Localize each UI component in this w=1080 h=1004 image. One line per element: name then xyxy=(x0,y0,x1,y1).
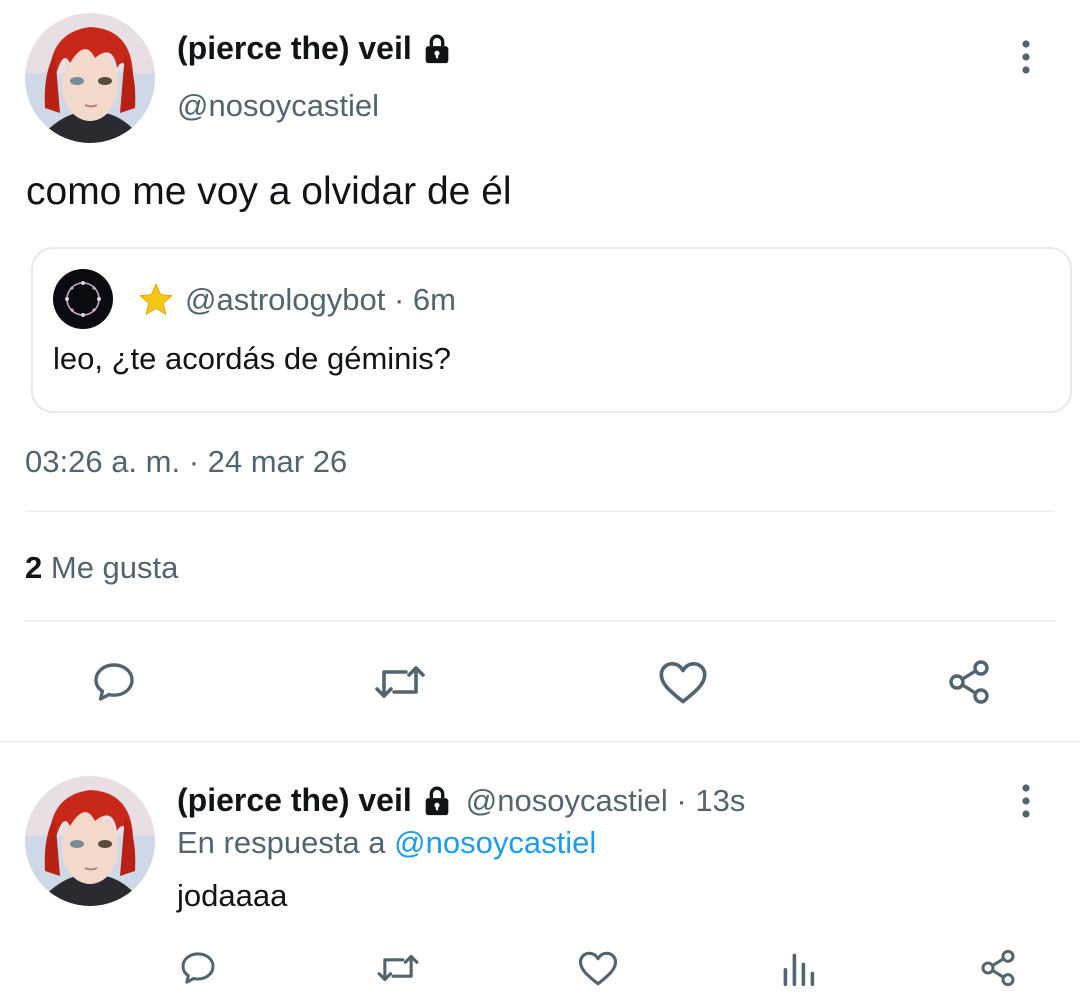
share-icon[interactable] xyxy=(976,946,1020,990)
more-options-icon[interactable] xyxy=(1016,782,1036,822)
lock-icon xyxy=(420,784,454,818)
like-icon[interactable] xyxy=(656,656,710,708)
display-name-text: (pierce the) veil xyxy=(177,30,412,66)
quoted-avatar xyxy=(53,269,113,329)
likes-label: Me gusta xyxy=(50,550,179,585)
quoted-handle-time: @astrologybot · 6m xyxy=(185,282,456,317)
share-icon[interactable] xyxy=(942,656,996,708)
display-name[interactable]: (pierce the) veil xyxy=(177,782,412,819)
reply-prefix: En respuesta a xyxy=(177,825,386,860)
handle-time[interactable]: @nosoycastiel · 13s xyxy=(466,783,746,819)
tweet-timestamp: 03:26 a. m. · 24 mar 26 xyxy=(25,444,348,479)
like-icon[interactable] xyxy=(576,946,620,990)
quoted-header: @astrologybot · 6m xyxy=(137,281,456,319)
tweet-text: como me voy a olvidar de él xyxy=(26,170,512,213)
likes-stat[interactable]: 2 Me gusta xyxy=(25,550,178,586)
thread-separator xyxy=(0,740,1080,743)
star-icon xyxy=(137,281,175,319)
replying-to: En respuesta a @nosoycastiel xyxy=(177,825,596,861)
divider xyxy=(25,620,1055,622)
reply-header: (pierce the) veil @nosoycastiel · 13s xyxy=(177,782,745,819)
reply-text: jodaaaa xyxy=(177,878,288,913)
more-options-icon[interactable] xyxy=(1016,38,1036,78)
reply-icon[interactable] xyxy=(176,946,220,990)
avatar[interactable] xyxy=(25,13,155,143)
quoted-text: leo, ¿te acordás de géminis? xyxy=(53,341,452,376)
quoted-tweet-card[interactable]: @astrologybot · 6m leo, ¿te acordás de g… xyxy=(31,247,1072,413)
reply-mention-link[interactable]: @nosoycastiel xyxy=(394,825,596,860)
retweet-icon[interactable] xyxy=(370,656,430,708)
lock-icon xyxy=(420,32,454,66)
reply-icon[interactable] xyxy=(88,656,140,708)
likes-count: 2 xyxy=(25,550,43,585)
display-name[interactable]: (pierce the) veil xyxy=(177,30,454,67)
retweet-icon[interactable] xyxy=(374,946,422,990)
avatar[interactable] xyxy=(25,776,155,906)
main-tweet: (pierce the) veil @nosoycastiel como me … xyxy=(0,0,1080,740)
user-handle[interactable]: @nosoycastiel xyxy=(177,88,379,124)
divider xyxy=(25,510,1055,512)
views-icon[interactable] xyxy=(778,946,818,990)
